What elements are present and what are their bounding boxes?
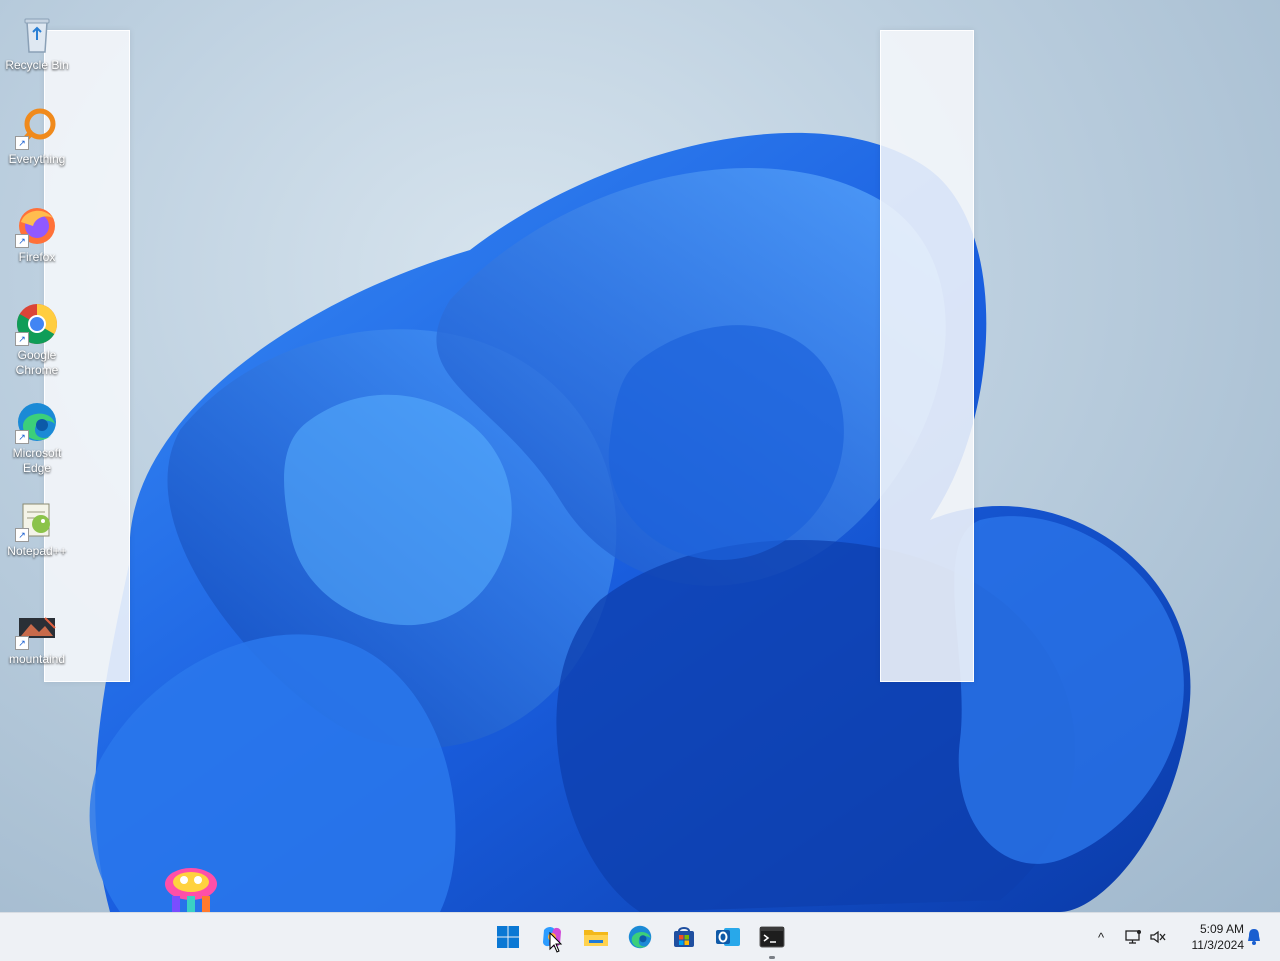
chevron-up-icon: ^ bbox=[1097, 929, 1105, 945]
edge-icon: ↗ bbox=[15, 400, 59, 444]
desktop-icon-everything[interactable]: ↗ Everything bbox=[0, 106, 74, 167]
volume-muted-icon[interactable] bbox=[1148, 927, 1168, 947]
decorative-sticker bbox=[165, 868, 217, 912]
network-icon[interactable] bbox=[1123, 927, 1143, 947]
recycle-bin-icon bbox=[15, 12, 59, 56]
taskbar-clock[interactable]: 5:09 AM 11/3/2024 bbox=[1174, 921, 1245, 953]
shortcut-arrow-icon: ↗ bbox=[15, 332, 29, 346]
notepadpp-icon: ↗ bbox=[15, 498, 59, 542]
file-explorer-icon bbox=[584, 930, 608, 946]
desktop-icon-notepadpp[interactable]: ↗ Notepad++ bbox=[0, 498, 74, 559]
desktop-icon-label: Everything bbox=[8, 152, 66, 166]
show-hidden-icons-button[interactable]: ^ bbox=[1091, 927, 1111, 947]
desktop-icon-label: Google Chrome bbox=[15, 348, 59, 377]
shortcut-arrow-icon: ↗ bbox=[15, 636, 29, 650]
mountain-app-icon: ↗ bbox=[15, 606, 59, 650]
windows-start-icon bbox=[497, 926, 519, 948]
shortcut-arrow-icon: ↗ bbox=[15, 136, 29, 150]
desktop-icon-label: Notepad++ bbox=[7, 544, 67, 558]
desktop-icon-chrome[interactable]: ↗ Google Chrome bbox=[0, 302, 74, 378]
taskbar-outlook-button[interactable] bbox=[712, 921, 744, 953]
desktop-icon-label: Recycle Bin bbox=[5, 58, 69, 72]
notifications-button[interactable] bbox=[1244, 927, 1264, 947]
taskbar-store-button[interactable] bbox=[668, 921, 700, 953]
desktop[interactable]: Recycle Bin ↗ Everything ↗ Firefox ↗ Goo… bbox=[0, 0, 1280, 912]
desktop-icon-mountaind[interactable]: ↗ mountaind bbox=[0, 606, 74, 667]
taskbar-terminal-button[interactable] bbox=[756, 921, 788, 959]
shortcut-arrow-icon: ↗ bbox=[15, 430, 29, 444]
terminal-icon bbox=[759, 926, 785, 948]
desktop-icon-label: Microsoft Edge bbox=[12, 446, 62, 475]
edge-icon bbox=[628, 925, 652, 949]
clock-date: 11/3/2024 bbox=[1191, 938, 1245, 952]
shortcut-arrow-icon: ↗ bbox=[15, 528, 29, 542]
overlay-panel-right bbox=[880, 30, 974, 682]
taskbar-edge-button[interactable] bbox=[624, 921, 656, 953]
desktop-icon-recycle-bin[interactable]: Recycle Bin bbox=[0, 12, 74, 73]
taskbar: ^ 5:09 AM 11/3/2024 bbox=[0, 912, 1280, 961]
bell-icon bbox=[1248, 929, 1260, 945]
shortcut-arrow-icon: ↗ bbox=[15, 234, 29, 248]
everything-search-icon: ↗ bbox=[15, 106, 59, 150]
outlook-icon bbox=[716, 928, 740, 946]
desktop-icon-label: mountaind bbox=[8, 652, 66, 666]
chrome-icon: ↗ bbox=[15, 302, 59, 346]
store-icon bbox=[674, 927, 694, 947]
desktop-icon-label: Firefox bbox=[18, 250, 56, 264]
desktop-icon-firefox[interactable]: ↗ Firefox bbox=[0, 204, 74, 265]
taskbar-file-explorer-button[interactable] bbox=[580, 921, 612, 953]
taskbar-start-button[interactable] bbox=[492, 921, 524, 953]
wallpaper-bloom bbox=[89, 132, 1191, 912]
clock-time: 5:09 AM bbox=[1199, 922, 1244, 936]
mouse-cursor-icon bbox=[549, 932, 563, 953]
desktop-icon-edge[interactable]: ↗ Microsoft Edge bbox=[0, 400, 74, 476]
running-indicator bbox=[769, 956, 775, 959]
firefox-icon: ↗ bbox=[15, 204, 59, 248]
